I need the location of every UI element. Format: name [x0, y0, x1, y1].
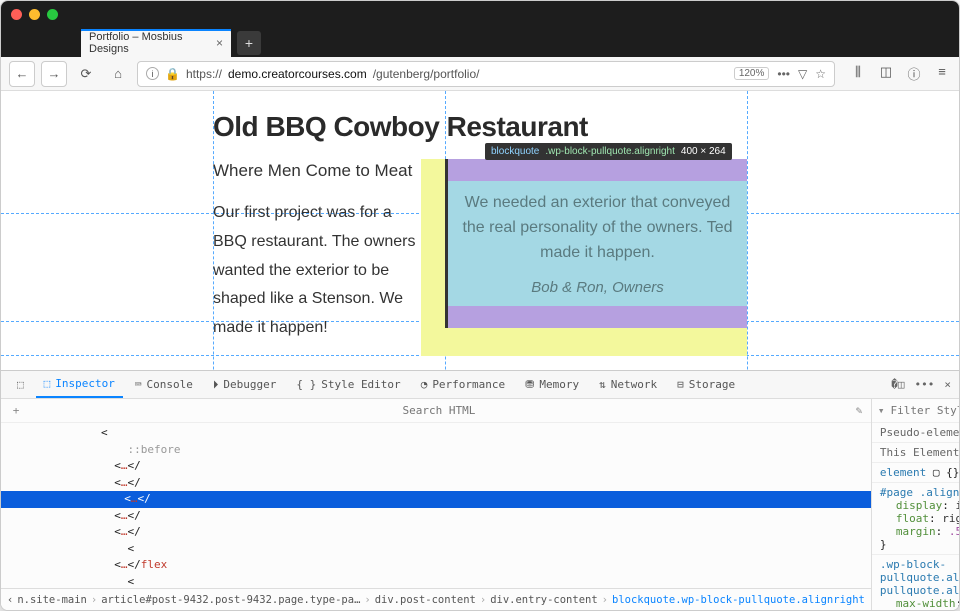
- box-model-content: We needed an exterior that conveyed the …: [448, 181, 747, 306]
- sidebar-icon[interactable]: ◫: [877, 64, 895, 83]
- tab-storage[interactable]: ⊟Storage: [669, 372, 743, 397]
- lock-icon: 🔒: [165, 67, 180, 81]
- tooltip-classes: .wp-block-pullquote.alignright: [545, 146, 675, 157]
- url-bar[interactable]: i 🔒 https:// demo.creatorcourses.com/gute…: [137, 61, 835, 87]
- body-paragraph: Our first project was for a BBQ restaura…: [213, 199, 423, 343]
- url-prefix: https://: [186, 67, 222, 81]
- pullquote-cite: Bob & Ron, Owners: [452, 279, 743, 296]
- filter-icon: ▾: [878, 404, 885, 417]
- tab-strip: Portfolio – Mosbius Designs × +: [1, 27, 959, 57]
- devtools-rules-panel: ▾ + ⧉ .cls Pseudo-elements This Element …: [872, 399, 959, 610]
- back-button[interactable]: ←: [9, 61, 35, 87]
- devtools-close-icon[interactable]: ×: [944, 378, 951, 391]
- pullquote-highlight: We needed an exterior that conveyed the …: [421, 159, 747, 356]
- pseudo-elements-header: Pseudo-elements: [880, 426, 959, 439]
- reload-button[interactable]: ⟳: [73, 61, 99, 87]
- dom-node[interactable]: <…</flex: [101, 557, 871, 574]
- browser-tab[interactable]: Portfolio – Mosbius Designs ×: [81, 29, 231, 57]
- devtools-markup-panel: + ✎ < ::before <…</ <…</ <…</ <…</ <…</ …: [1, 399, 872, 610]
- more-icon[interactable]: •••: [777, 67, 790, 81]
- menu-icon[interactable]: ≡: [933, 64, 951, 83]
- devtools-dock-icon[interactable]: �ً◫: [891, 378, 904, 391]
- dom-node[interactable]: <…</: [101, 475, 871, 492]
- dom-node[interactable]: <…</: [101, 524, 871, 541]
- reader-icon[interactable]: ▽: [798, 67, 807, 81]
- devtools-body: + ✎ < ::before <…</ <…</ <…</ <…</ <…</ …: [1, 399, 959, 610]
- dom-tree[interactable]: < ::before <…</ <…</ <…</ <…</ <…</ < <……: [1, 423, 871, 588]
- element-tooltip: blockquote .wp-block-pullquote.alignright…: [485, 143, 732, 160]
- tab-performance[interactable]: ◔Performance: [413, 372, 513, 397]
- tab-network[interactable]: ⇅Network: [591, 372, 665, 397]
- edit-html-button[interactable]: ✎: [847, 404, 871, 417]
- titlebar: [1, 1, 959, 27]
- breadcrumb-sep: ›: [602, 594, 608, 606]
- search-html-input[interactable]: [31, 404, 847, 417]
- close-tab-icon[interactable]: ×: [216, 36, 223, 50]
- site-info-icon[interactable]: i: [146, 67, 159, 80]
- devtools-panel: ⬚ ⬚Inspector ⌨Console ⏵Debugger { }Style…: [1, 370, 959, 610]
- page-title: Old BBQ Cowboy Restaurant: [213, 111, 919, 143]
- devtools-inspect-picker[interactable]: ⬚: [9, 372, 32, 397]
- pullquote-text: We needed an exterior that conveyed the …: [452, 191, 743, 265]
- breadcrumb-sep: ›: [91, 594, 97, 606]
- css-rule[interactable]: style.css:1.wp-block-pullquote.alignleft…: [872, 555, 959, 610]
- css-rule[interactable]: style.css:2301#page .alignright {display…: [872, 483, 959, 555]
- tooltip-tag: blockquote: [491, 146, 539, 157]
- toolbar-right: ⫼ ◫ ⓘ ≡: [841, 64, 951, 83]
- styles-toolbar: ▾ + ⧉ .cls: [872, 399, 959, 423]
- new-node-button[interactable]: +: [1, 404, 31, 417]
- breadcrumb-item[interactable]: n.site-main: [17, 594, 87, 606]
- new-tab-button[interactable]: +: [237, 31, 261, 55]
- nav-toolbar: ← → ⟳ ⌂ i 🔒 https:// demo.creatorcourses.…: [1, 57, 959, 91]
- close-window-button[interactable]: [11, 9, 22, 20]
- home-button[interactable]: ⌂: [105, 61, 131, 87]
- forward-button[interactable]: →: [41, 61, 67, 87]
- dom-node[interactable]: <…</: [1, 491, 871, 508]
- breadcrumb[interactable]: ‹ n.site-main › article#post-9432.post-943…: [1, 588, 871, 610]
- library-icon[interactable]: ⫼: [849, 64, 867, 83]
- dom-node[interactable]: <: [101, 541, 871, 558]
- url-host: demo.creatorcourses.com: [228, 67, 367, 81]
- this-element-header: This Element: [880, 446, 959, 459]
- devtools-more-icon[interactable]: •••: [915, 378, 935, 391]
- zoom-window-button[interactable]: [47, 9, 58, 20]
- breadcrumb-item[interactable]: div.entry-content: [490, 594, 597, 606]
- breadcrumb-item[interactable]: blockquote.wp-block-pullquote.alignright: [612, 594, 865, 606]
- dom-node[interactable]: <…</: [101, 508, 871, 525]
- tab-debugger[interactable]: ⏵Debugger: [205, 372, 284, 398]
- filter-styles-input[interactable]: [891, 404, 960, 417]
- tooltip-dims: 400 × 264: [681, 146, 726, 157]
- tab-style-editor[interactable]: { }Style Editor: [288, 372, 408, 397]
- breadcrumb-sep: ›: [364, 594, 370, 606]
- url-path: /gutenberg/portfolio/: [373, 67, 480, 81]
- devtools-tabs: ⬚ ⬚Inspector ⌨Console ⏵Debugger { }Style…: [1, 371, 959, 399]
- box-model-border: We needed an exterior that conveyed the …: [445, 159, 747, 328]
- bookmark-icon[interactable]: ☆: [815, 67, 826, 81]
- breadcrumb-prev-icon[interactable]: ‹: [7, 594, 13, 606]
- tab-title: Portfolio – Mosbius Designs: [89, 31, 216, 55]
- page-content: Old BBQ Cowboy Restaurant Where Men Come…: [1, 91, 959, 610]
- minimize-window-button[interactable]: [29, 9, 40, 20]
- zoom-indicator[interactable]: 120%: [734, 67, 770, 80]
- breadcrumb-item[interactable]: article#post-9432.post-9432.page.type-pa…: [101, 594, 360, 606]
- tab-inspector[interactable]: ⬚Inspector: [36, 371, 123, 398]
- tab-console[interactable]: ⌨Console: [127, 372, 201, 397]
- box-model-padding: We needed an exterior that conveyed the …: [448, 159, 747, 328]
- dom-node[interactable]: <…</: [101, 458, 871, 475]
- box-model-margin: We needed an exterior that conveyed the …: [421, 159, 747, 356]
- dom-node[interactable]: <: [101, 574, 871, 589]
- devtools-search-bar: + ✎: [1, 399, 871, 423]
- browser-window: Portfolio – Mosbius Designs × + ← → ⟳ ⌂ …: [0, 0, 960, 611]
- info-icon[interactable]: ⓘ: [905, 64, 923, 83]
- dom-node[interactable]: <: [101, 425, 871, 442]
- css-rules[interactable]: Pseudo-elements This Element inlineeleme…: [872, 423, 959, 610]
- breadcrumb-sep: ›: [480, 594, 486, 606]
- tab-memory[interactable]: ⛃Memory: [517, 372, 587, 397]
- breadcrumb-item[interactable]: div.post-content: [375, 594, 476, 606]
- css-rule[interactable]: inlineelement ▢ {}: [872, 463, 959, 483]
- dom-node[interactable]: ::before: [101, 442, 871, 459]
- window-controls: [11, 9, 58, 20]
